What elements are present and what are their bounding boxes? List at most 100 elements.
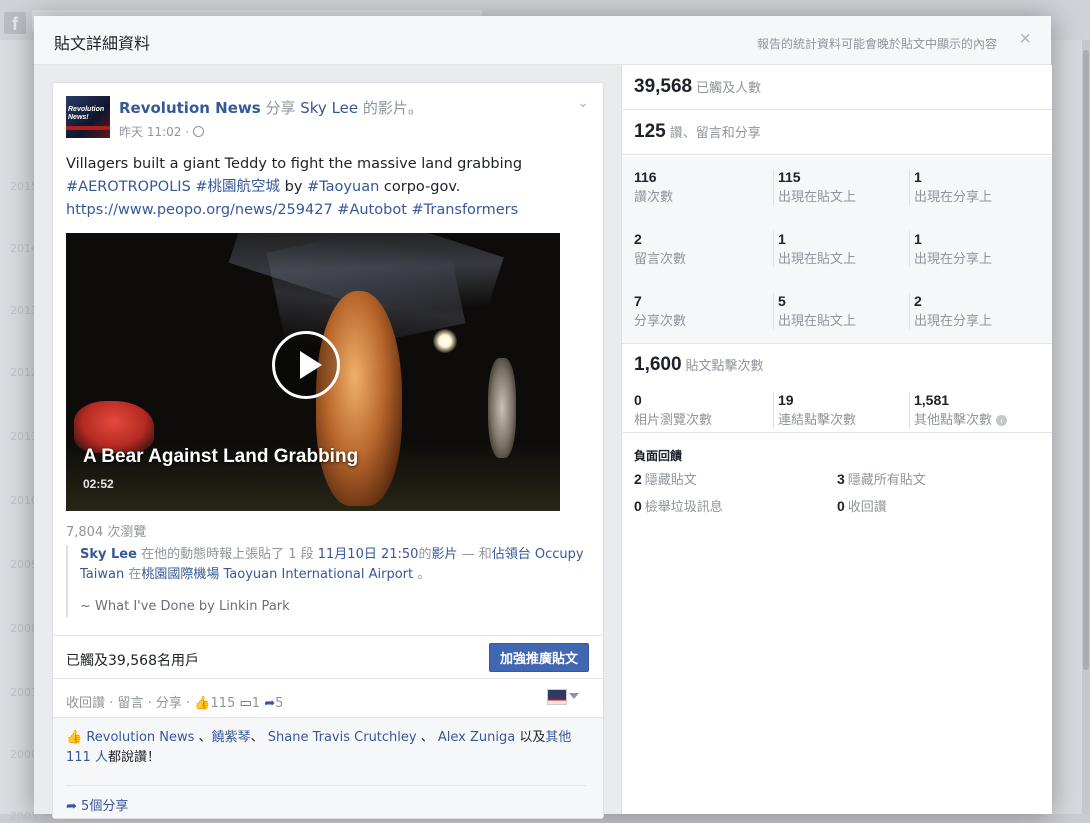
shares-text: 5個分享	[81, 799, 129, 814]
stat-value: 0	[837, 498, 845, 514]
video-title: A Bear Against Land Grabbing	[83, 446, 359, 467]
stat-value: 5	[778, 293, 786, 309]
stat-value: 0	[634, 498, 642, 514]
timestamp-text[interactable]: 昨天 11:02 ·	[119, 125, 189, 139]
clicks-value: 1,600	[634, 354, 682, 375]
clicks-label: 貼文點擊次數	[685, 359, 764, 374]
stat-label: 出現在貼文上	[778, 314, 857, 329]
page-scrollbar-thumb[interactable]	[1083, 50, 1089, 670]
stat-label: 隱藏貼文	[644, 473, 697, 488]
caret-down-icon[interactable]	[569, 693, 579, 699]
view-count: 7,804 次瀏覽	[66, 525, 147, 540]
clicks-section: 1,600 貼文點擊次數 0 相片瀏覽次數 19 連結點擊次數 1,581 其他點擊次數…	[622, 344, 1052, 433]
video-player[interactable]: A Bear Against Land Grabbing 02:52	[66, 233, 560, 511]
post-url-link[interactable]: https://www.peopo.org/news/259427	[66, 202, 333, 218]
liker-link[interactable]: 饒紫琴	[212, 730, 251, 745]
shared-from-text: 在他的動態時報上張貼了 1 段	[141, 547, 314, 562]
like-count[interactable]: 115	[211, 696, 236, 711]
spam-report-stat: 0 檢舉垃圾訊息	[634, 496, 723, 515]
chevron-down-icon[interactable]: ⌄	[577, 95, 589, 111]
globe-icon[interactable]	[193, 126, 205, 137]
shared-from-at: 在	[128, 567, 142, 582]
shared-from-text: — 和	[461, 547, 492, 562]
stat-cell: 19 連結點擊次數	[773, 392, 856, 428]
share-arrow-icon[interactable]: ➦	[264, 696, 275, 711]
engagement-stat: 125 讚、留言和分享	[634, 121, 761, 143]
shared-from-place-link[interactable]: 桃園國際機場 Taoyuan International Airport	[141, 567, 413, 582]
stat-label: 分享次數	[634, 314, 687, 329]
engagement-label: 讚、留言和分享	[669, 126, 761, 141]
shared-from-date-link[interactable]: 11月10日 21:50	[318, 547, 419, 562]
shared-user-link[interactable]: Sky Lee	[300, 99, 358, 117]
play-icon[interactable]	[272, 331, 340, 399]
comment-button[interactable]: 留言	[117, 696, 143, 711]
hide-post-stat: 2 隱藏貼文	[634, 469, 697, 488]
hashtag-link[interactable]: #Autobot	[337, 202, 407, 218]
share-verb: 分享	[265, 99, 296, 117]
video-duration: 02:52	[83, 477, 114, 491]
stat-value: 2	[914, 293, 922, 309]
stat-value: 7	[634, 293, 642, 309]
stat-value: 1	[914, 231, 922, 247]
comment-count[interactable]: 1	[252, 696, 260, 711]
stat-cell: 115 出現在貼文上	[773, 169, 856, 205]
action-separator: ·	[147, 696, 152, 711]
liker-separator: 、	[198, 730, 212, 745]
liker-link[interactable]: Revolution News	[86, 730, 194, 745]
shared-from-end: 。	[417, 567, 431, 582]
stat-label: 讚次數	[634, 190, 674, 205]
close-icon[interactable]: ×	[1019, 28, 1031, 51]
stat-value: 115	[778, 169, 801, 185]
stat-cell: 2 出現在分享上	[909, 293, 992, 329]
post-card: Revolution News! Revolution News 分享 Sky L…	[52, 82, 604, 819]
hashtag-link[interactable]: #Transformers	[411, 202, 518, 218]
unlike-button[interactable]: 收回讚	[66, 696, 105, 711]
stat-label: 收回讚	[847, 500, 887, 515]
likes-others-prefix: 以及	[519, 730, 546, 745]
info-icon[interactable]: i	[996, 415, 1008, 426]
shares-link[interactable]: ➦ 5個分享	[66, 785, 586, 814]
post-actions: 收回讚 · 留言 · 分享 · 👍115 ▭1 ➦5	[66, 692, 283, 711]
message-corp: corpo-gov.	[383, 179, 461, 195]
stat-label: 出現在分享上	[914, 190, 993, 205]
hide-all-stat: 3 隱藏所有貼文	[837, 469, 926, 488]
comment-bubble-icon[interactable]: ▭	[239, 696, 251, 711]
stat-value: 116	[634, 169, 657, 185]
stat-label: 其他點擊次數 i	[914, 409, 1008, 428]
share-count[interactable]: 5	[275, 696, 283, 711]
stat-cell: 0 相片瀏覽次數	[634, 392, 712, 428]
stat-label: 出現在貼文上	[778, 190, 857, 205]
thumbs-up-icon[interactable]: 👍	[194, 696, 210, 711]
negative-feedback-title: 負面回饋	[634, 449, 683, 463]
boost-post-button[interactable]: 加強推廣貼文	[488, 643, 589, 672]
post-stats-panel: 39,568 已觸及人數 125 讚、留言和分享 116 讚次數 115 出現在貼文上 …	[621, 65, 1052, 814]
liker-separator: 、	[250, 730, 264, 745]
stat-label: 出現在貼文上	[778, 252, 857, 267]
action-separator: ·	[186, 696, 191, 711]
clicks-stat: 1,600 貼文點擊次數	[634, 354, 764, 376]
engagement-value: 125	[634, 121, 666, 142]
likes-summary: 👍 Revolution News 、饒紫琴、 Shane Travis Cru…	[53, 717, 603, 818]
post-as-page-icon[interactable]	[547, 689, 567, 705]
hashtag-link[interactable]: #桃園航空城	[195, 179, 280, 195]
liker-link[interactable]: Shane Travis Crutchley	[268, 730, 417, 745]
shared-from-quote: Sky Lee 在他的動態時報上張貼了 1 段 11月10日 21:50的影片 …	[66, 545, 600, 617]
share-button[interactable]: 分享	[156, 696, 182, 711]
page-avatar[interactable]: Revolution News!	[66, 96, 110, 138]
hashtag-link[interactable]: #Taoyuan	[307, 179, 379, 195]
page-name-link[interactable]: Revolution News	[119, 99, 261, 117]
reach-value: 39,568	[634, 76, 693, 97]
video-person	[488, 358, 516, 458]
shared-from-user-link[interactable]: Sky Lee	[80, 547, 137, 562]
post-timestamp: 昨天 11:02 ·	[119, 123, 205, 140]
thumbs-up-icon: 👍	[66, 730, 83, 745]
stat-value: 2	[634, 471, 642, 487]
hashtag-link[interactable]: #AEROTROPOLIS	[66, 179, 191, 195]
stat-value: 1	[914, 169, 922, 185]
stat-value: 19	[778, 392, 794, 408]
shared-from-video-link[interactable]: 影片	[431, 547, 457, 562]
post-message: Villagers built a giant Teddy to fight t…	[66, 153, 586, 222]
liker-link[interactable]: Alex Zuniga	[438, 730, 515, 745]
stat-label: 出現在分享上	[914, 314, 993, 329]
stat-value: 1,581	[914, 392, 950, 408]
